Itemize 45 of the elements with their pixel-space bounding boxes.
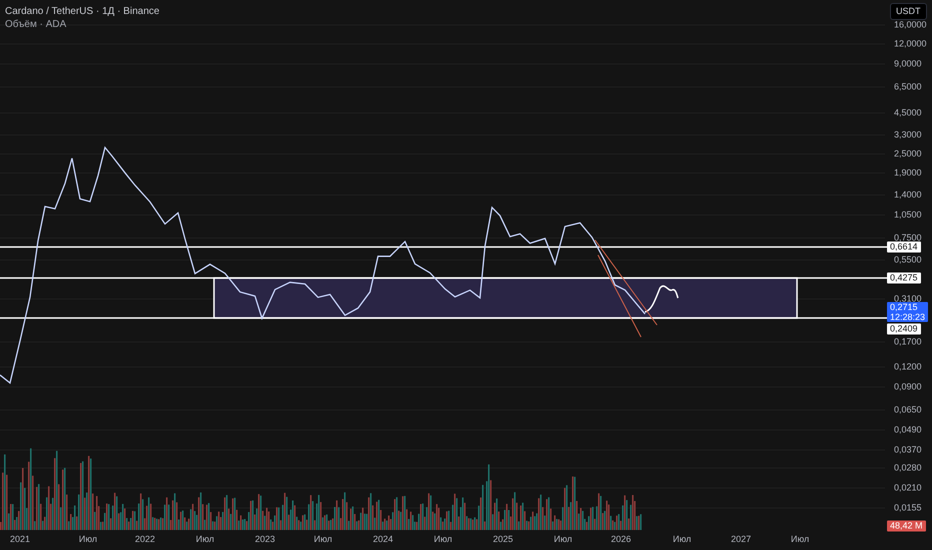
price-tick-label: 0,0650 (894, 403, 922, 416)
price-tick-label: 1,4000 (894, 188, 922, 202)
price-tick-label: 0,5500 (894, 253, 922, 266)
time-axis-label: Июл (554, 533, 572, 546)
time-axis-label: Июл (672, 533, 692, 546)
price-tick-label: 0,1700 (894, 335, 922, 348)
price-tick-label: 3,3000 (894, 128, 922, 142)
level-price-label: 0,4275 (887, 272, 921, 284)
price-tick-label: 2,5000 (894, 147, 922, 160)
price-tick-label: 0,0155 (894, 501, 922, 514)
price-tick-label: 0,1200 (894, 360, 922, 374)
level-price-label: 0,2409 (887, 324, 921, 334)
level-price-label: 0,6614 (887, 242, 921, 252)
price-tick-label: 0,3100 (894, 292, 922, 304)
time-axis-label: Июл (434, 533, 452, 546)
projection-path (644, 285, 679, 313)
price-tick-label: 0,0900 (894, 380, 922, 394)
time-axis-label: 2022 (134, 533, 156, 546)
time-axis-label: 2026 (610, 533, 632, 546)
price-tick-label: 0,0490 (894, 423, 922, 436)
price-tick-label: 0,0210 (894, 481, 922, 494)
time-axis-label: Июл (78, 533, 98, 546)
current-price-label: 0,2715 12:28:23 (887, 302, 928, 322)
time-axis-label: 2021 (10, 533, 30, 546)
volume-legend: Объём · ADA (5, 18, 160, 31)
price-tick-label: 16,0000 (894, 18, 927, 32)
price-tick-label: 12,0000 (894, 37, 927, 50)
price-tick-label: 1,0500 (894, 208, 922, 222)
price-tick-label: 1,9000 (894, 166, 922, 180)
time-axis-label: 2023 (254, 533, 276, 546)
volume-value-label: 48,42 M (887, 520, 926, 532)
time-axis-label: Июл (196, 533, 214, 546)
price-tick-label: 0,0280 (894, 461, 922, 474)
time-axis-label: 2024 (372, 533, 394, 546)
time-axis-label: Июл (314, 533, 332, 546)
price-tick-label: 9,0000 (894, 57, 922, 70)
time-axis-label: 2027 (730, 533, 752, 546)
price-tick-label: 0,7500 (894, 231, 922, 243)
time-axis-label: Июл (790, 533, 810, 546)
time-axis-label: 2025 (492, 533, 514, 546)
currency-button[interactable]: USDT (890, 3, 926, 20)
symbol-title: Cardano / TetherUS · 1Д · Binance (5, 5, 160, 18)
price-tick-label: 0,0370 (894, 443, 922, 456)
price-tick-label: 4,5000 (894, 106, 922, 120)
price-tick-label: 6,5000 (894, 80, 922, 94)
